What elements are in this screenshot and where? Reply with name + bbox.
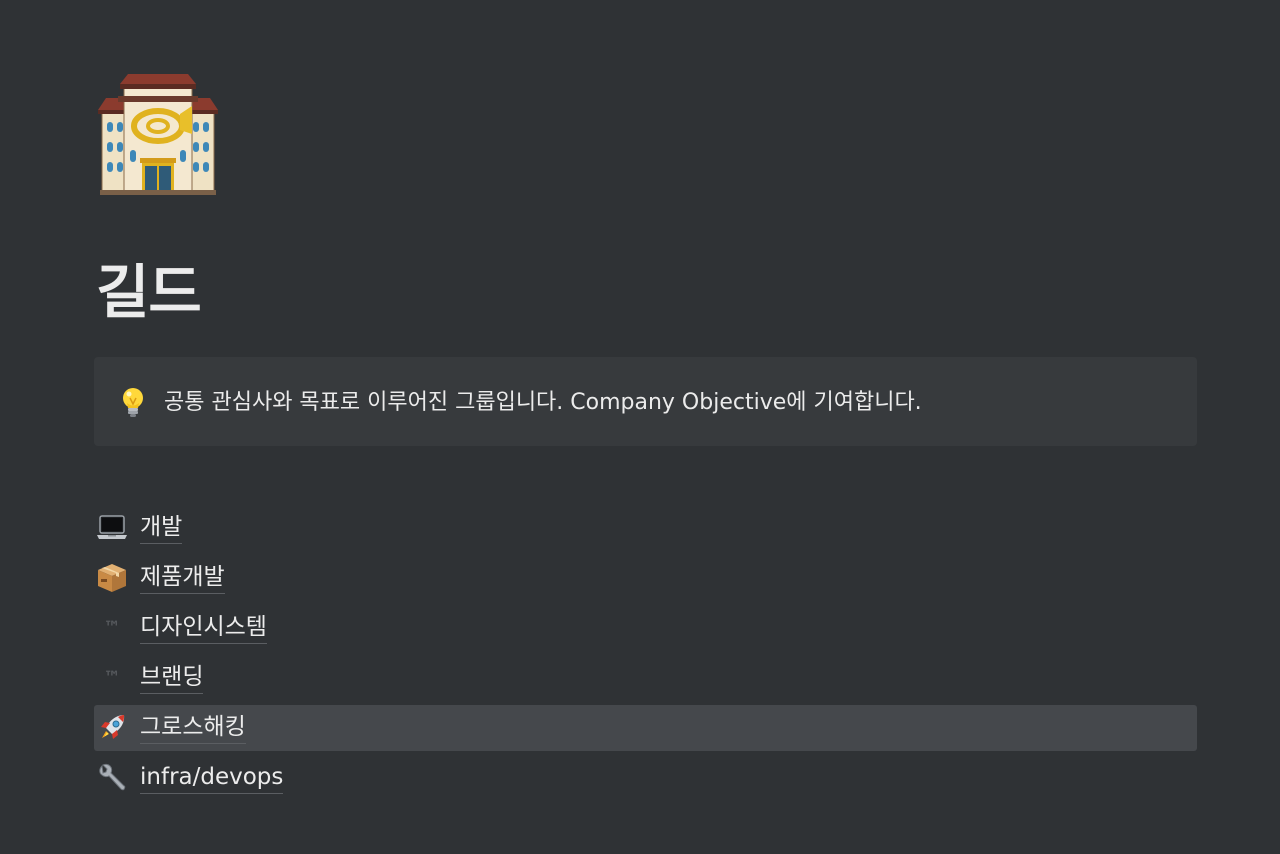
link-label: 제품개발 xyxy=(140,562,225,594)
trademark-icon: ™ xyxy=(96,612,128,644)
link-label: 디자인시스템 xyxy=(140,612,267,644)
rocket-icon xyxy=(96,712,128,744)
subpage-link-list: 개발 제품개발 ™ 디자인시스템 ™ 브랜딩 그로스해킹 infra/devop… xyxy=(94,505,1197,805)
trademark-glyph: ™ xyxy=(103,618,121,638)
trademark-icon: ™ xyxy=(96,662,128,694)
laptop-icon xyxy=(96,512,128,544)
lightbulb-icon[interactable] xyxy=(118,386,148,418)
page-link-infra-devops[interactable]: infra/devops xyxy=(94,755,1197,801)
page-link-design-system[interactable]: ™ 디자인시스템 xyxy=(94,605,1197,651)
page-title[interactable]: 길드 xyxy=(96,254,202,330)
package-icon xyxy=(96,562,128,594)
callout-text: 공통 관심사와 목표로 이루어진 그룹입니다. Company Objectiv… xyxy=(164,390,922,415)
link-label: infra/devops xyxy=(140,762,284,794)
link-label: 그로스해킹 xyxy=(140,712,246,744)
page-link-growth-hacking[interactable]: 그로스해킹 xyxy=(94,705,1197,751)
page-link-dev[interactable]: 개발 xyxy=(94,505,1197,551)
post-office-icon[interactable] xyxy=(96,70,220,196)
link-label: 브랜딩 xyxy=(140,662,204,694)
link-label: 개발 xyxy=(140,512,183,544)
page-link-branding[interactable]: ™ 브랜딩 xyxy=(94,655,1197,701)
trademark-glyph: ™ xyxy=(103,668,121,688)
notion-page: 길드 공통 관심사와 목표로 이루어진 그룹입니다. Company Objec… xyxy=(0,0,1280,854)
page-link-product-dev[interactable]: 제품개발 xyxy=(94,555,1197,601)
wrench-icon xyxy=(96,762,128,794)
